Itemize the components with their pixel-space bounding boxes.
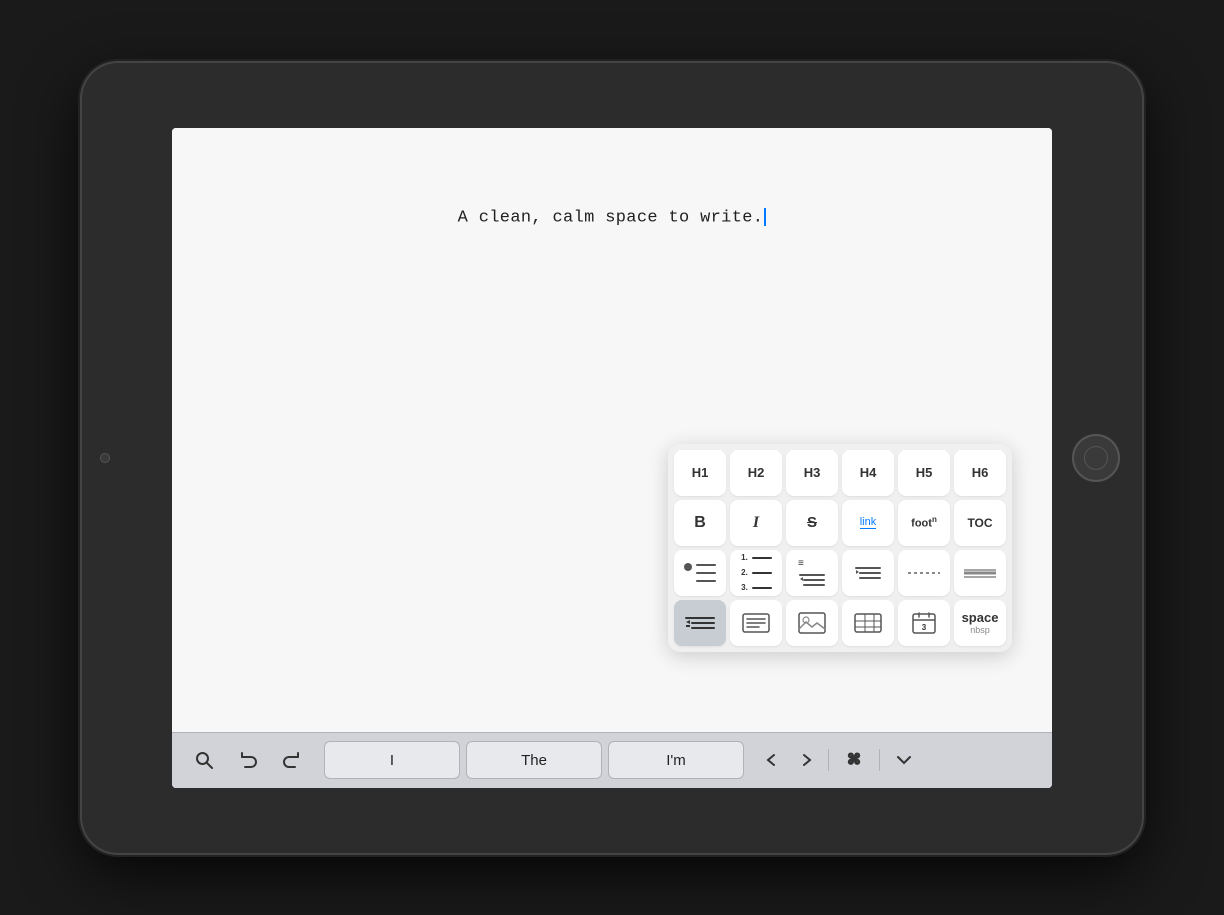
bold-label: B — [694, 514, 706, 532]
suggestion-3-text: I'm — [666, 752, 686, 769]
link-label: link — [860, 516, 877, 529]
unordered-list-icon — [684, 563, 716, 582]
h3-label: H3 — [804, 465, 821, 480]
cmd-icon: ⌘ — [843, 749, 865, 771]
search-icon — [194, 750, 214, 770]
heading3-button[interactable]: H3 — [786, 450, 838, 496]
footnote-button[interactable]: footn — [898, 500, 950, 546]
reduce-indent-icon — [684, 614, 716, 632]
prev-button[interactable] — [756, 744, 788, 776]
text-block-button[interactable] — [730, 600, 782, 646]
table-button[interactable] — [842, 600, 894, 646]
toolbar-divider-2 — [879, 749, 880, 771]
space-sublabel: nbsp — [970, 625, 990, 635]
next-button[interactable] — [790, 744, 822, 776]
indent-button[interactable]: ≡ — [786, 550, 838, 596]
h6-label: H6 — [972, 465, 989, 480]
text-cursor — [764, 208, 766, 226]
next-icon — [798, 750, 814, 770]
bottom-toolbar: I The I'm — [172, 732, 1052, 788]
heading2-button[interactable]: H2 — [730, 450, 782, 496]
tablet-camera — [100, 453, 110, 463]
svg-text:3: 3 — [922, 623, 927, 632]
undo-icon — [238, 750, 258, 770]
unordered-list-button[interactable] — [674, 550, 726, 596]
bold-button[interactable]: B — [674, 500, 726, 546]
tablet-home-button[interactable] — [1072, 434, 1120, 482]
hr-solid-button[interactable] — [954, 550, 1006, 596]
table-icon — [853, 612, 883, 634]
suggestion-3[interactable]: I'm — [608, 741, 744, 779]
hr-dotted-icon — [906, 565, 942, 581]
undo-button[interactable] — [228, 740, 268, 780]
dedent-button[interactable] — [842, 550, 894, 596]
h2-label: H2 — [748, 465, 765, 480]
h4-label: H4 — [860, 465, 877, 480]
heading5-button[interactable]: H5 — [898, 450, 950, 496]
suggestion-1[interactable]: I — [324, 741, 460, 779]
calendar-icon: 3 — [911, 611, 937, 635]
suggestion-1-text: I — [390, 752, 394, 769]
writing-area[interactable]: A clean, calm space to write. H1 H2 H3 H… — [172, 128, 1052, 732]
svg-text:⌘: ⌘ — [847, 751, 861, 767]
ordered-list-button[interactable]: 1. 2. 3. — [730, 550, 782, 596]
text-block-icon — [741, 612, 771, 634]
redo-icon — [282, 750, 302, 770]
heading1-button[interactable]: H1 — [674, 450, 726, 496]
toc-button[interactable]: TOC — [954, 500, 1006, 546]
format-toolbar: H1 H2 H3 H4 H5 H6 B — [668, 444, 1012, 652]
document-content: A clean, calm space to write. — [458, 208, 764, 227]
italic-label: I — [753, 514, 759, 532]
image-icon — [797, 611, 827, 635]
toolbar-divider — [828, 749, 829, 771]
tablet-shell: A clean, calm space to write. H1 H2 H3 H… — [82, 63, 1142, 853]
hr-solid-icon — [962, 565, 998, 581]
toc-label: TOC — [967, 516, 992, 530]
suggestion-2[interactable]: The — [466, 741, 602, 779]
strike-label: S — [807, 514, 817, 531]
footnote-label: footn — [911, 515, 937, 530]
cmd-button[interactable]: ⌘ — [835, 743, 873, 777]
indent-icon: ≡ — [798, 558, 826, 588]
document-text: A clean, calm space to write. — [458, 208, 767, 227]
ordered-list-icon: 1. 2. 3. — [741, 553, 772, 592]
heading4-button[interactable]: H4 — [842, 450, 894, 496]
dedent-icon — [854, 565, 882, 581]
h5-label: H5 — [916, 465, 933, 480]
strikethrough-button[interactable]: S — [786, 500, 838, 546]
suggestion-2-text: The — [521, 752, 547, 769]
reduce-indent-button[interactable] — [674, 600, 726, 646]
link-button[interactable]: link — [842, 500, 894, 546]
collapse-keyboard-icon — [894, 750, 914, 770]
hr-dotted-button[interactable] — [898, 550, 950, 596]
space-button[interactable]: space nbsp — [954, 600, 1006, 646]
collapse-keyboard-button[interactable] — [886, 744, 922, 776]
heading6-button[interactable]: H6 — [954, 450, 1006, 496]
italic-button[interactable]: I — [730, 500, 782, 546]
calendar-button[interactable]: 3 — [898, 600, 950, 646]
h1-label: H1 — [692, 465, 709, 480]
tablet-screen: A clean, calm space to write. H1 H2 H3 H… — [172, 128, 1052, 788]
search-button[interactable] — [184, 740, 224, 780]
redo-button[interactable] — [272, 740, 312, 780]
space-label: space — [962, 611, 999, 624]
toolbar-right-controls: ⌘ — [756, 743, 922, 777]
prev-icon — [764, 750, 780, 770]
autocomplete-suggestions: I The I'm — [324, 741, 744, 779]
image-button[interactable] — [786, 600, 838, 646]
